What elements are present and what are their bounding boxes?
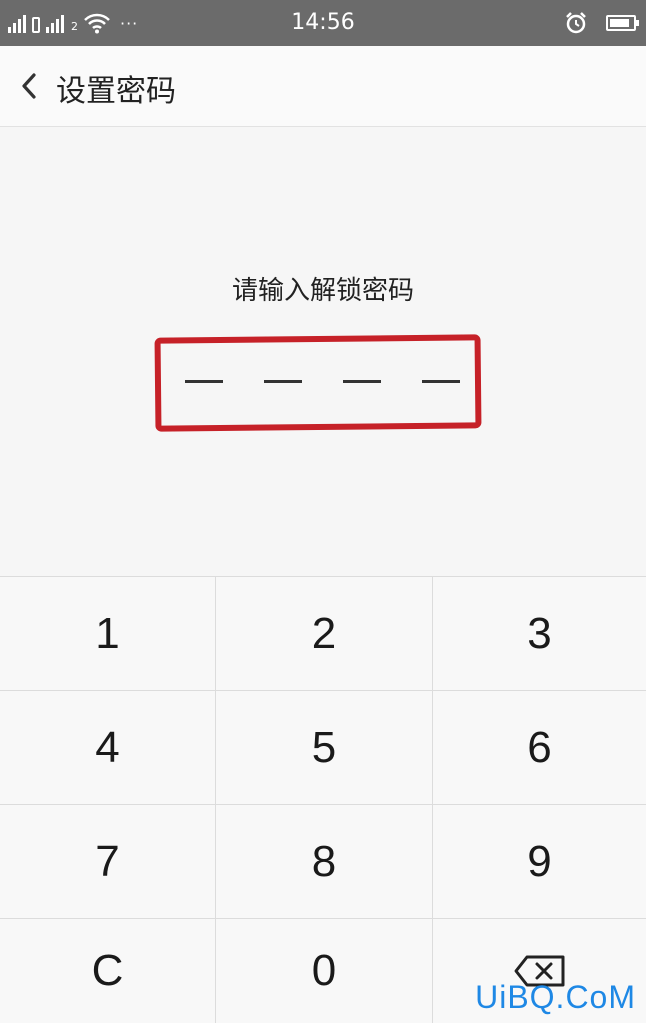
status-time: 14:56: [291, 10, 355, 35]
pin-prompt: 请输入解锁密码: [231, 276, 414, 306]
key-3[interactable]: 3: [433, 577, 646, 691]
battery-icon: [606, 15, 639, 31]
key-2[interactable]: 2: [216, 577, 433, 691]
battery-level: [610, 19, 629, 27]
key-8[interactable]: 8: [216, 805, 433, 919]
pin-slot[interactable]: [264, 380, 302, 383]
key-0[interactable]: 0: [216, 919, 433, 1023]
chevron-left-icon: [22, 73, 36, 99]
clear-key[interactable]: C: [0, 919, 216, 1023]
pin-highlight-box: [154, 334, 482, 432]
status-bar: 2 ··· 14:56: [0, 0, 646, 46]
key-9[interactable]: 9: [433, 805, 646, 919]
page-title: 设置密码: [56, 74, 176, 109]
alarm-icon: [566, 12, 586, 34]
key-1[interactable]: 1: [0, 577, 216, 691]
pin-slot[interactable]: [422, 380, 460, 383]
watermark: UiBQ.CoM: [475, 979, 636, 1015]
key-4[interactable]: 4: [0, 691, 216, 805]
back-button[interactable]: [14, 68, 44, 104]
key-5[interactable]: 5: [216, 691, 433, 805]
status-right: [564, 10, 639, 36]
key-6[interactable]: 6: [433, 691, 646, 805]
key-7[interactable]: 7: [0, 805, 216, 919]
pin-slot[interactable]: [185, 380, 223, 383]
numeric-keypad: 1 2 3 4 5 6 7 8 9 C 0: [0, 576, 646, 1023]
app-header: 设置密码: [0, 46, 646, 127]
pin-slot[interactable]: [343, 380, 381, 383]
